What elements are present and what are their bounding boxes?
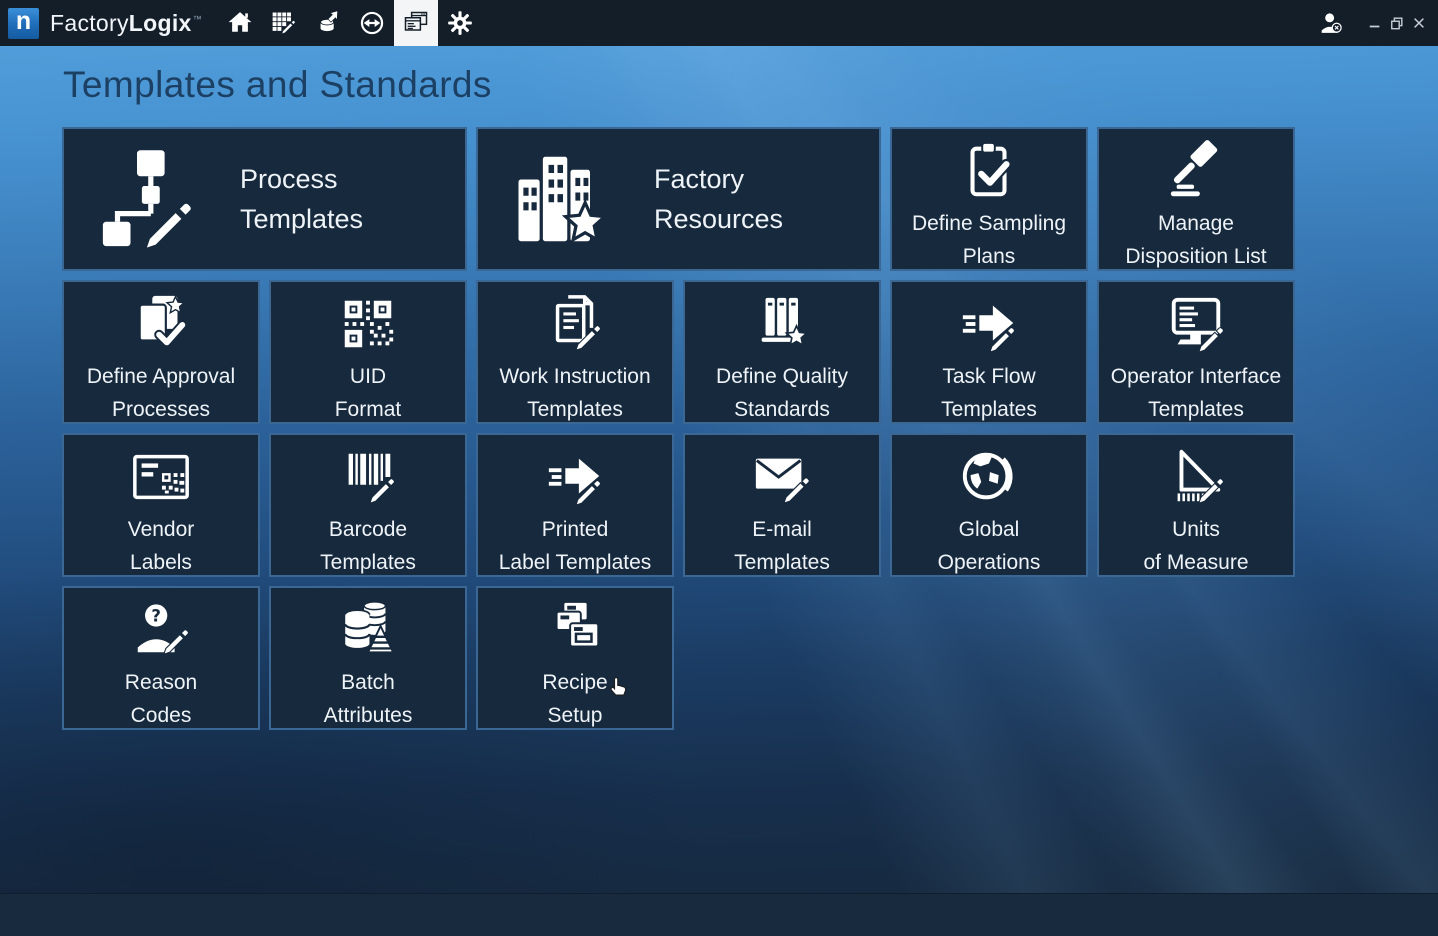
- clipboard-check-icon: [958, 140, 1020, 202]
- tile-define-approval-processes[interactable]: Define Approval Processes: [62, 280, 260, 424]
- window-controls: [1314, 0, 1430, 46]
- restore-button[interactable]: [1386, 0, 1408, 46]
- barcode-pencil-icon: [337, 446, 399, 508]
- label-qr-icon: [130, 446, 192, 508]
- tile-operator-interface-templates[interactable]: Operator Interface Templates: [1097, 280, 1295, 424]
- tile-define-quality-standards[interactable]: Define Quality Standards: [683, 280, 881, 424]
- qr-code-icon: [337, 293, 399, 355]
- main-nav: [218, 0, 482, 46]
- tile-label: Manage Disposition List: [1125, 207, 1266, 273]
- tile-label: Reason Codes: [125, 666, 197, 732]
- tile-label: E-mail Templates: [734, 513, 830, 579]
- tile-recipe-setup[interactable]: Recipe Setup: [476, 586, 674, 730]
- tile-label: Define Quality Standards: [716, 360, 848, 426]
- tile-barcode-templates[interactable]: Barcode Templates: [269, 433, 467, 577]
- templates-icon: [402, 9, 430, 37]
- user-status-button[interactable]: [1314, 0, 1350, 46]
- tile-label: Batch Attributes: [324, 666, 413, 732]
- tile-manage-disposition-list[interactable]: Manage Disposition List: [1097, 127, 1295, 271]
- tile-label: Printed Label Templates: [499, 513, 652, 579]
- database-pyramid-icon: [337, 599, 399, 661]
- tile-label: Define Approval Processes: [87, 360, 235, 426]
- nav-database-import-button[interactable]: [306, 0, 350, 46]
- tile-reason-codes[interactable]: ? Reason Codes: [62, 586, 260, 730]
- tile-label: Global Operations: [938, 513, 1041, 579]
- tile-label: Work Instruction Templates: [499, 360, 650, 426]
- brand-name: FactoryLogix™: [50, 10, 202, 37]
- tile-label: Process Templates: [240, 159, 363, 239]
- stacked-cards-icon: [544, 599, 606, 661]
- monitor-pencil-icon: [1165, 293, 1227, 355]
- home-icon: [226, 9, 254, 37]
- close-button[interactable]: [1408, 0, 1430, 46]
- nav-templates-button[interactable]: [394, 0, 438, 46]
- flowchart-pencil-icon: [98, 147, 202, 251]
- tile-grid: Process Templates: [62, 127, 1295, 730]
- user-status-icon: [1317, 8, 1347, 38]
- documents-approve-icon: [130, 293, 192, 355]
- tile-label: Define Sampling Plans: [912, 207, 1066, 273]
- ruler-pencil-icon: [1165, 446, 1227, 508]
- transfer-circle-icon: [358, 9, 386, 37]
- app-logo: n: [8, 8, 39, 39]
- globe-icon: [958, 446, 1020, 508]
- tile-work-instruction-templates[interactable]: Work Instruction Templates: [476, 280, 674, 424]
- gavel-icon: [1165, 140, 1227, 202]
- tile-label: UID Format: [335, 360, 402, 426]
- bottom-bar: [0, 893, 1438, 936]
- tile-label: Operator Interface Templates: [1111, 360, 1281, 426]
- main-content: Templates and Standards Process Template…: [0, 46, 1438, 893]
- arrow-pencil-icon: [544, 446, 606, 508]
- svg-text:?: ?: [151, 606, 161, 625]
- tile-label: Units of Measure: [1143, 513, 1248, 579]
- data-grid-edit-icon: [270, 9, 298, 37]
- nav-settings-button[interactable]: [438, 0, 482, 46]
- tile-define-sampling-plans[interactable]: Define Sampling Plans: [890, 127, 1088, 271]
- tile-task-flow-templates[interactable]: Task Flow Templates: [890, 280, 1088, 424]
- minimize-icon: [1368, 16, 1382, 30]
- tile-email-templates[interactable]: E-mail Templates: [683, 433, 881, 577]
- tile-label: Factory Resources: [654, 159, 783, 239]
- tile-label: Vendor Labels: [128, 513, 195, 579]
- database-import-icon: [314, 9, 342, 37]
- tile-units-of-measure[interactable]: Units of Measure: [1097, 433, 1295, 577]
- tile-uid-format[interactable]: UID Format: [269, 280, 467, 424]
- app-logo-letter: n: [16, 9, 31, 34]
- tile-label: Barcode Templates: [320, 513, 416, 579]
- tile-label: Task Flow Templates: [941, 360, 1037, 426]
- close-icon: [1412, 16, 1426, 30]
- books-star-icon: [751, 293, 813, 355]
- settings-gear-icon: [446, 9, 474, 37]
- tile-label: Recipe Setup: [542, 666, 607, 732]
- nav-data-grid-button[interactable]: [262, 0, 306, 46]
- tile-factory-resources[interactable]: Factory Resources: [476, 127, 881, 271]
- minimize-button[interactable]: [1364, 0, 1386, 46]
- page-title: Templates and Standards: [63, 64, 492, 106]
- envelope-pencil-icon: [751, 446, 813, 508]
- factory-star-icon: [512, 147, 616, 251]
- document-pencil-icon: [544, 293, 606, 355]
- tile-global-operations[interactable]: Global Operations: [890, 433, 1088, 577]
- tile-vendor-labels[interactable]: Vendor Labels: [62, 433, 260, 577]
- arrow-pencil-icon: [958, 293, 1020, 355]
- nav-home-button[interactable]: [218, 0, 262, 46]
- tile-printed-label-templates[interactable]: Printed Label Templates: [476, 433, 674, 577]
- person-question-pencil-icon: ?: [130, 599, 192, 661]
- tile-process-templates[interactable]: Process Templates: [62, 127, 467, 271]
- tile-batch-attributes[interactable]: Batch Attributes: [269, 586, 467, 730]
- nav-transfer-button[interactable]: [350, 0, 394, 46]
- restore-icon: [1390, 16, 1404, 30]
- trademark: ™: [193, 14, 202, 24]
- top-bar: n FactoryLogix™: [0, 0, 1438, 46]
